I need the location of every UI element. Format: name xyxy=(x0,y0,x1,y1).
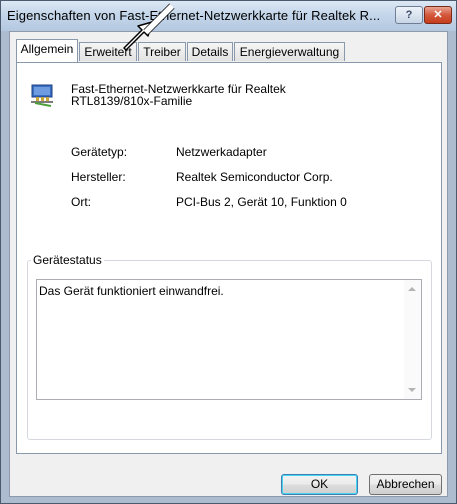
properties-dialog: Eigenschaften von Fast-Ethernet-Netzwerk… xyxy=(0,0,457,504)
status-scrollbar[interactable] xyxy=(404,280,421,399)
close-button[interactable]: ✕ xyxy=(424,6,452,24)
scroll-up-arrow-icon[interactable] xyxy=(408,287,416,291)
tab-treiber[interactable]: Treiber xyxy=(138,42,186,61)
device-status-title: Gerätestatus xyxy=(31,253,104,267)
location-value: PCI-Bus 2, Gerät 10, Funktion 0 xyxy=(176,195,347,209)
device-type-label: Gerätetyp: xyxy=(71,145,128,159)
tab-energieverwaltung[interactable]: Energieverwaltung xyxy=(234,42,345,61)
manufacturer-label: Hersteller: xyxy=(71,170,126,184)
title-bar[interactable]: Eigenschaften von Fast-Ethernet-Netzwerk… xyxy=(1,1,456,31)
window-title: Eigenschaften von Fast-Ethernet-Netzwerk… xyxy=(7,8,381,23)
cancel-button[interactable]: Abbrechen xyxy=(369,474,442,495)
general-tab-panel: Fast-Ethernet-Netzwerkkarte für Realtek … xyxy=(16,62,442,454)
tab-allgemein[interactable]: Allgemein xyxy=(16,39,78,62)
ok-button[interactable]: OK xyxy=(281,474,358,495)
device-status-textbox[interactable]: Das Gerät funktioniert einwandfrei. xyxy=(36,279,422,400)
dialog-client-area: Allgemein Erweitert Treiber Details Ener… xyxy=(9,31,448,497)
device-status-text: Das Gerät funktioniert einwandfrei. xyxy=(39,284,224,298)
device-name: Fast-Ethernet-Netzwerkkarte für Realtek … xyxy=(71,83,286,107)
help-button[interactable]: ? xyxy=(395,6,423,24)
scroll-down-arrow-icon[interactable] xyxy=(408,388,416,392)
network-adapter-icon xyxy=(31,84,53,107)
location-label: Ort: xyxy=(71,195,91,209)
tab-erweitert[interactable]: Erweitert xyxy=(79,42,137,61)
device-type-value: Netzwerkadapter xyxy=(176,145,267,159)
device-name-line2: RTL8139/810x-Familie xyxy=(71,94,193,108)
manufacturer-value: Realtek Semiconductor Corp. xyxy=(176,170,333,184)
tab-details[interactable]: Details xyxy=(187,42,233,61)
